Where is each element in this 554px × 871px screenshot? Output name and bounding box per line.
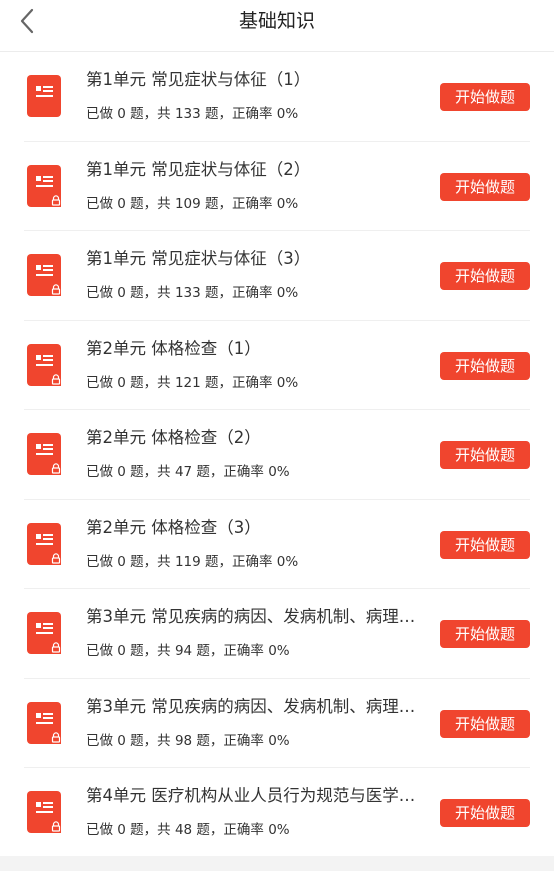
start-practice-button[interactable]: 开始做题 [440, 620, 530, 648]
item-stats: 已做 0 题，共 133 题，正确率 0% [86, 285, 299, 301]
item-stats: 已做 0 题，共 119 题，正确率 0% [86, 553, 299, 570]
nav-bar: 基础知识 [0, 0, 554, 52]
list-item[interactable]: 第4单元 医疗机构从业人员行为规范与医学… 已做 0 题，共 48 题，正确率 … [0, 768, 554, 858]
item-stats: 已做 0 题，共 94 题，正确率 0% [86, 643, 290, 659]
item-title: 第2单元 体格检查（2） [86, 428, 261, 447]
item-stats: 已做 0 题，共 121 题，正确率 0% [86, 374, 299, 391]
lock-icon [51, 821, 61, 833]
item-title: 第3单元 常见疾病的病因、发病机制、病理… [86, 607, 416, 626]
document-icon [27, 164, 61, 207]
lock-icon [51, 552, 61, 565]
document-icon [27, 75, 61, 117]
item-title: 第2单元 体格检查（1） [86, 338, 261, 358]
exercise-list: 第1单元 常见症状与体征（1） 已做 0 题，共 133 题，正确率 0% 开始… [0, 52, 554, 858]
item-stats: 已做 0 题，共 98 题，正确率 0% [86, 732, 290, 749]
document-icon [27, 701, 61, 744]
item-title: 第1单元 常见症状与体征（1） [86, 70, 311, 89]
start-practice-button[interactable]: 开始做题 [440, 441, 530, 469]
lock-icon [51, 731, 61, 744]
item-title: 第3单元 常见疾病的病因、发病机制、病理… [86, 696, 416, 716]
app-screen: 基础知识 第1单元 常见症状与体征（1） 已做 0 题，共 133 题，正确率 … [0, 0, 554, 871]
start-practice-button[interactable]: 开始做题 [440, 799, 530, 827]
start-practice-button[interactable]: 开始做题 [440, 709, 530, 738]
document-icon [27, 791, 61, 833]
list-item[interactable]: 第2单元 体格检查（1） 已做 0 题，共 121 题，正确率 0% 开始做题 [0, 321, 554, 410]
document-icon [27, 343, 61, 386]
start-practice-button[interactable]: 开始做题 [440, 530, 530, 559]
list-item[interactable]: 第3单元 常见疾病的病因、发病机制、病理… 已做 0 题，共 94 题，正确率 … [0, 589, 554, 679]
document-icon [27, 254, 61, 296]
item-title: 第2单元 体格检查（3） [86, 517, 261, 537]
item-stats: 已做 0 题，共 133 题，正确率 0% [86, 106, 299, 122]
start-practice-button[interactable]: 开始做题 [440, 172, 530, 201]
document-icon [27, 433, 61, 475]
list-item[interactable]: 第1单元 常见症状与体征（1） 已做 0 题，共 133 题，正确率 0% 开始… [0, 52, 554, 142]
list-item[interactable]: 第1单元 常见症状与体征（3） 已做 0 题，共 133 题，正确率 0% 开始… [0, 231, 554, 321]
item-stats: 已做 0 题，共 47 题，正确率 0% [86, 464, 290, 480]
start-practice-button[interactable]: 开始做题 [440, 351, 530, 380]
list-item[interactable]: 第2单元 体格检查（2） 已做 0 题，共 47 题，正确率 0% 开始做题 [0, 410, 554, 500]
document-icon [27, 522, 61, 565]
lock-icon [51, 642, 61, 654]
start-practice-button[interactable]: 开始做题 [440, 83, 530, 111]
list-item[interactable]: 第2单元 体格检查（3） 已做 0 题，共 119 题，正确率 0% 开始做题 [0, 500, 554, 589]
lock-icon [51, 194, 61, 207]
item-title: 第4单元 医疗机构从业人员行为规范与医学… [86, 786, 416, 805]
item-title: 第1单元 常见症状与体征（3） [86, 249, 311, 268]
document-icon [27, 612, 61, 654]
list-item[interactable]: 第3单元 常见疾病的病因、发病机制、病理… 已做 0 题，共 98 题，正确率 … [0, 679, 554, 768]
lock-icon [51, 373, 61, 386]
list-item[interactable]: 第1单元 常见症状与体征（2） 已做 0 题，共 109 题，正确率 0% 开始… [0, 142, 554, 231]
bottom-strip [0, 856, 554, 871]
lock-icon [51, 463, 61, 475]
item-title: 第1单元 常见症状与体征（2） [86, 159, 311, 179]
lock-icon [51, 284, 61, 296]
start-practice-button[interactable]: 开始做题 [440, 262, 530, 290]
page-title: 基础知识 [238, 10, 315, 32]
item-stats: 已做 0 题，共 109 题，正确率 0% [86, 195, 299, 212]
item-stats: 已做 0 题，共 48 题，正确率 0% [86, 822, 290, 838]
